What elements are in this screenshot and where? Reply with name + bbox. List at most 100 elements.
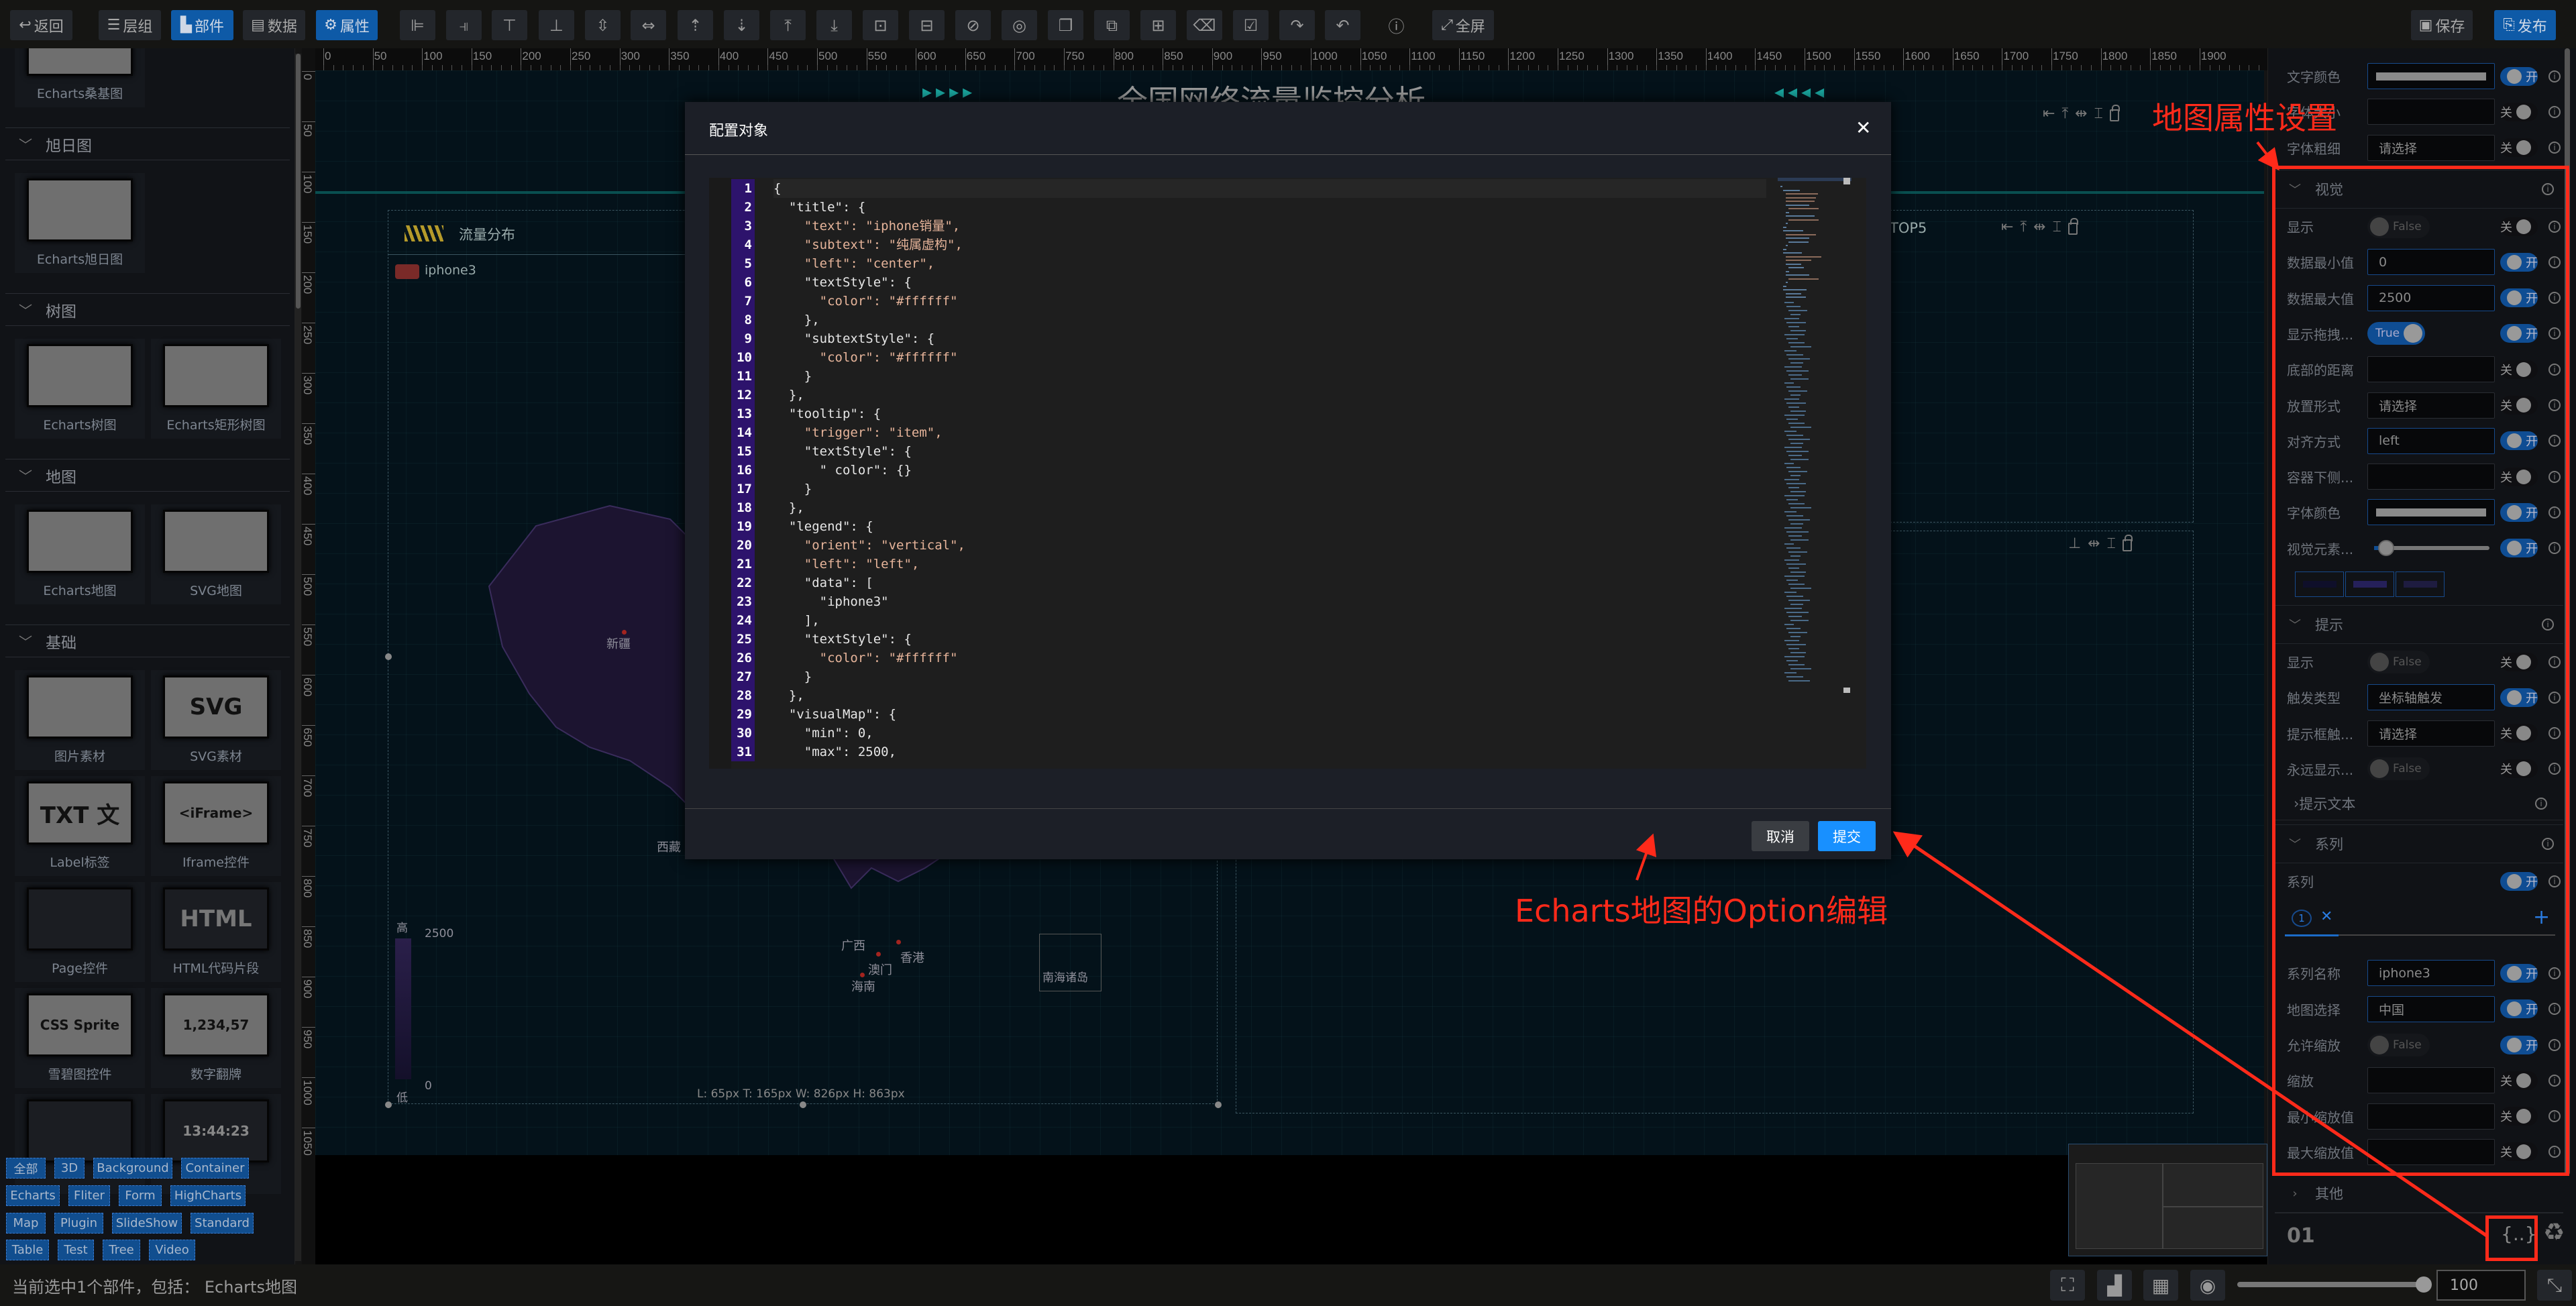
back-button[interactable]: ↩ 返回 (10, 10, 72, 40)
code-line[interactable]: 5 "left": "center", (709, 254, 1769, 273)
code-text[interactable]: "max": 2500, (773, 743, 896, 761)
align-top-icon[interactable]: ⤒ (2020, 219, 2027, 235)
code-text[interactable]: "min": 0, (773, 724, 873, 743)
hide-icon[interactable]: ⊘ (955, 10, 991, 40)
code-line[interactable]: 29 "visualMap": { (709, 705, 1769, 724)
map-point[interactable] (860, 973, 865, 977)
filter-tag[interactable]: Echarts (6, 1185, 60, 1206)
align-right-icon[interactable]: ⫣ (446, 10, 482, 40)
widget-card[interactable]: Echarts桑基图 (15, 48, 145, 107)
code-line[interactable]: 30 "min": 0, (709, 724, 1769, 743)
enable-toggle[interactable]: 关 (2500, 102, 2538, 121)
show-icon[interactable]: ◎ (1002, 10, 1037, 40)
align-left-icon[interactable]: ⇤ (2043, 105, 2055, 122)
code-line[interactable]: 18 }, (709, 498, 1769, 517)
code-text[interactable]: "legend": { (773, 517, 873, 536)
category-header[interactable]: ﹀ 旭日图 (5, 127, 290, 160)
text-cursor-icon[interactable]: ⌶ (2094, 105, 2103, 122)
lock-icon[interactable] (2122, 535, 2133, 551)
filter-tag[interactable]: Form (119, 1185, 162, 1206)
code-line[interactable]: 20 "orient": "vertical", (709, 536, 1769, 555)
filter-tag[interactable]: Background (93, 1158, 172, 1179)
code-line[interactable]: 14 "trigger": "item", (709, 423, 1769, 442)
visualmap-bar[interactable] (395, 938, 411, 1079)
code-text[interactable]: } (773, 367, 812, 386)
code-text[interactable]: "trigger": "item", (773, 423, 943, 442)
filter-tag[interactable]: SlideShow (112, 1213, 182, 1234)
filter-tag[interactable]: Container (181, 1158, 249, 1179)
code-line[interactable]: 31 "max": 2500, (709, 743, 1769, 761)
move-top-icon[interactable]: ⤒ (770, 10, 806, 40)
widget-card[interactable]: HTML HTML代码片段 (151, 882, 281, 982)
code-text[interactable]: } (773, 667, 812, 686)
cancel-button[interactable]: 取消 (1752, 821, 1809, 851)
code-text[interactable]: " color": {} (773, 461, 912, 480)
align-bottom-icon[interactable]: ⊥ (539, 10, 574, 40)
align-bottom-icon[interactable]: ⊥ (2068, 535, 2081, 552)
info-icon[interactable]: ⓘ (1379, 10, 1414, 40)
info-icon[interactable]: i (2548, 105, 2561, 118)
color-picker[interactable] (2367, 63, 2495, 90)
code-line[interactable]: 21 "left": "left", (709, 555, 1769, 574)
code-line[interactable]: 8 }, (709, 311, 1769, 329)
filter-tag[interactable]: Tree (103, 1240, 140, 1260)
property-input[interactable] (2367, 99, 2495, 125)
scrollbar-thumb[interactable] (1843, 178, 1850, 184)
code-line[interactable]: 15 "textStyle": { (709, 442, 1769, 461)
fit-screen-icon[interactable]: ⛶ (2050, 1270, 2085, 1301)
code-text[interactable]: "orient": "vertical", (773, 536, 965, 555)
filter-tag[interactable]: Map (6, 1213, 46, 1234)
code-line[interactable]: 25 "textStyle": { (709, 630, 1769, 649)
code-line[interactable]: 19 "legend": { (709, 517, 1769, 536)
code-line[interactable]: 26 "color": "#ffffff" (709, 649, 1769, 667)
widget-card[interactable]: 图片素材 (15, 670, 145, 770)
filter-tag[interactable]: Plugin (54, 1213, 103, 1234)
widget-card[interactable]: Echarts树图 (15, 339, 145, 439)
code-text[interactable]: }, (773, 386, 804, 404)
data-button[interactable]: ▤ 数据 (243, 10, 305, 40)
preview-eye-icon[interactable]: ◉ (2190, 1270, 2225, 1301)
resize-handle[interactable] (1215, 1101, 1222, 1108)
undo-icon[interactable]: ↶ (1325, 10, 1360, 40)
left-panel-scrollbar[interactable] (295, 54, 301, 1261)
submit-button[interactable]: 提交 (1818, 821, 1876, 851)
widget-card[interactable]: <iFrame> Iframe控件 (151, 776, 281, 876)
lock-icon[interactable] (2109, 105, 2120, 121)
filter-tag[interactable]: Test (58, 1240, 94, 1260)
copy-icon[interactable]: ❐ (1048, 10, 1083, 40)
code-line[interactable]: 12 }, (709, 386, 1769, 404)
code-text[interactable]: } (773, 480, 812, 498)
lock-icon[interactable] (2068, 218, 2078, 235)
code-text[interactable]: "subtextStyle": { (773, 329, 934, 348)
align-left-icon[interactable]: ⊫ (400, 10, 435, 40)
filter-tag[interactable]: Standard (191, 1213, 254, 1234)
code-text[interactable]: "title": { (773, 198, 865, 217)
widget-card[interactable]: CSS Sprite 雪碧图控件 (15, 988, 145, 1088)
widget-card[interactable]: Echarts旭日图 (15, 173, 145, 273)
zoom-input[interactable]: 100 (2436, 1270, 2526, 1301)
zoom-slider-thumb[interactable] (2416, 1276, 2432, 1293)
code-line[interactable]: 23 "iphone3" (709, 592, 1769, 611)
map-point[interactable] (876, 952, 881, 957)
widgets-button[interactable]: ▙ 部件 (171, 10, 233, 40)
move-bottom-icon[interactable]: ⤓ (816, 10, 852, 40)
widget-card[interactable]: 1,234,57 数字翻牌 (151, 988, 281, 1088)
stretch-icon[interactable]: ⇹ (2088, 535, 2100, 552)
code-text[interactable]: "data": [ (773, 574, 873, 592)
code-text[interactable]: "textStyle": { (773, 630, 912, 649)
widget-card[interactable]: Echarts地图 (15, 504, 145, 604)
filter-tag[interactable]: 3D (54, 1158, 85, 1179)
code-text[interactable]: { (773, 179, 781, 198)
filter-tag[interactable]: HighCharts (170, 1185, 246, 1206)
redo-icon[interactable]: ↷ (1279, 10, 1315, 40)
align-top-icon[interactable]: ⤒ (2061, 105, 2068, 122)
category-header[interactable]: ﹀ 基础 (5, 624, 290, 657)
move-down-icon[interactable]: ⇣ (724, 10, 759, 40)
code-line[interactable]: 22 "data": [ (709, 574, 1769, 592)
code-text[interactable]: "subtext": "纯属虚构", (773, 235, 963, 254)
minimap[interactable] (2068, 1144, 2267, 1256)
category-header[interactable]: ﹀ 树图 (5, 293, 290, 326)
code-text[interactable]: "visualMap": { (773, 705, 896, 724)
filter-tag[interactable]: Fliter (68, 1185, 110, 1206)
resize-handle[interactable] (800, 1101, 806, 1108)
